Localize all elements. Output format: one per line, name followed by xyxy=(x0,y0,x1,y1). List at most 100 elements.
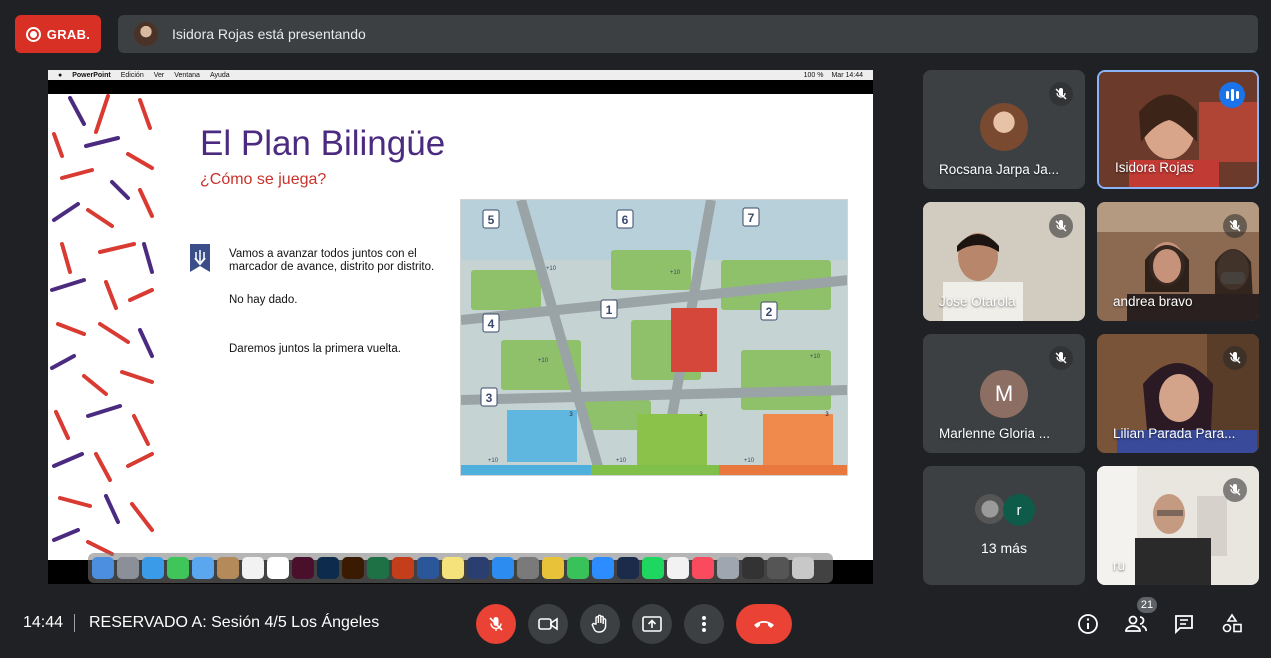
board-bonus: +10 xyxy=(810,354,821,360)
indesign-icon[interactable] xyxy=(292,557,314,579)
mic-off-icon xyxy=(489,617,503,631)
decorative-stripes xyxy=(50,94,154,556)
contacts-icon[interactable] xyxy=(217,557,239,579)
menubar-help: Ayuda xyxy=(209,71,230,79)
vpn-icon[interactable] xyxy=(617,557,639,579)
chat-icon xyxy=(1175,615,1193,635)
recording-indicator[interactable]: GRAB. xyxy=(15,15,101,53)
excel-icon[interactable] xyxy=(367,557,389,579)
presenter-avatar xyxy=(134,22,158,46)
slide-text-line2: marcador de avance, distrito por distrit… xyxy=(229,261,435,273)
slide-subtitle: ¿Cómo se juega? xyxy=(200,171,327,188)
flipboard-icon[interactable] xyxy=(467,557,489,579)
word-icon[interactable] xyxy=(417,557,439,579)
slide-title: El Plan Bilingüe xyxy=(200,124,446,163)
preview-icon[interactable] xyxy=(717,557,739,579)
board-bonus: +10 xyxy=(546,266,557,272)
participant-tile[interactable]: ru xyxy=(1097,466,1259,585)
menubar-battery: 100 % xyxy=(803,71,824,79)
whatsapp-icon[interactable] xyxy=(567,557,589,579)
avatar xyxy=(975,494,1005,524)
board-bonus: +10 xyxy=(616,458,627,464)
board-bonus: +10 xyxy=(488,458,499,464)
presenting-text: Isidora Rojas está presentando xyxy=(172,26,366,42)
recording-label: GRAB. xyxy=(46,26,91,42)
meeting-details-button[interactable] xyxy=(1074,610,1102,638)
photoshop-icon[interactable] xyxy=(317,557,339,579)
board-number: 7 xyxy=(748,211,755,225)
launchpad-icon[interactable] xyxy=(117,557,139,579)
leave-call-button[interactable] xyxy=(736,604,792,644)
shapes-icon xyxy=(1222,613,1242,633)
game-board-image: 5 6 7 1 2 4 3 +10 +10 +10 +10 +10 +10 +1… xyxy=(460,199,848,476)
activities-button[interactable] xyxy=(1218,610,1246,638)
mic-off-icon xyxy=(1223,346,1247,370)
terminal-icon[interactable] xyxy=(742,557,764,579)
participant-tile[interactable]: M Marlenne Gloria ... xyxy=(923,334,1085,453)
participant-name: Jose Otarola xyxy=(939,294,1016,309)
participant-tile[interactable]: andrea bravo xyxy=(1097,202,1259,321)
hand-icon xyxy=(591,614,607,633)
trash-icon[interactable] xyxy=(792,557,814,579)
raise-hand-button[interactable] xyxy=(580,604,620,644)
participant-tile[interactable]: Lilian Parada Para... xyxy=(1097,334,1259,453)
stack-icon[interactable] xyxy=(767,557,789,579)
record-icon xyxy=(25,26,41,42)
participant-name: Rocsana Jarpa Ja... xyxy=(939,162,1060,177)
finder-icon[interactable] xyxy=(92,557,114,579)
meeting-title: RESERVADO A: Sesión 4/5 Los Ángeles xyxy=(89,614,380,631)
menubar-edit: Edición xyxy=(120,71,144,79)
avatar: r xyxy=(1003,494,1035,526)
presentation-slide: El Plan Bilingüe ¿Cómo se juega? Vamos a… xyxy=(48,94,873,560)
mic-toggle-button[interactable] xyxy=(476,604,516,644)
notes-icon[interactable] xyxy=(442,557,464,579)
participant-tile[interactable]: Rocsana Jarpa Ja... xyxy=(923,70,1085,189)
messages-icon[interactable] xyxy=(192,557,214,579)
people-icon xyxy=(1125,615,1147,632)
photos-icon[interactable] xyxy=(667,557,689,579)
present-icon xyxy=(642,616,662,632)
menubar-clock: Mar 14:44 xyxy=(831,71,863,79)
chat-button[interactable] xyxy=(1170,610,1198,638)
shared-screen: ● PowerPoint Edición Ver Ventana Ayuda 1… xyxy=(48,70,873,584)
spotify-icon[interactable] xyxy=(642,557,664,579)
participant-name: andrea bravo xyxy=(1113,294,1193,309)
people-button[interactable] xyxy=(1122,610,1150,638)
participant-tile-active-speaker[interactable]: Isidora Rojas xyxy=(1097,70,1259,189)
board-bonus: +10 xyxy=(744,458,755,464)
settings-icon[interactable] xyxy=(517,557,539,579)
more-options-button[interactable] xyxy=(684,604,724,644)
more-participants-label: 13 más xyxy=(981,540,1027,556)
avatar xyxy=(980,103,1028,151)
participant-name: Isidora Rojas xyxy=(1115,160,1194,175)
participant-name: ru xyxy=(1113,558,1126,573)
board-number: 2 xyxy=(766,305,773,319)
chrome-icon[interactable] xyxy=(542,557,564,579)
safari-icon[interactable] xyxy=(142,557,164,579)
participant-name: Lilian Parada Para... xyxy=(1113,426,1236,441)
info-icon xyxy=(1078,614,1098,634)
present-screen-button[interactable] xyxy=(632,604,672,644)
mac-dock xyxy=(88,553,833,583)
powerpoint-icon[interactable] xyxy=(392,557,414,579)
mac-menubar: ● PowerPoint Edición Ver Ventana Ayuda 1… xyxy=(48,70,873,80)
participant-tile[interactable]: Jose Otarola xyxy=(923,202,1085,321)
calendar-icon[interactable] xyxy=(242,557,264,579)
menubar-window: Ventana xyxy=(174,71,200,79)
facetime-icon[interactable] xyxy=(167,557,189,579)
board-number: 6 xyxy=(622,213,629,227)
board-bonus: +10 xyxy=(670,270,681,276)
appstore-icon[interactable] xyxy=(492,557,514,579)
more-vert-icon xyxy=(702,616,706,632)
music-icon[interactable] xyxy=(692,557,714,579)
hang-up-icon xyxy=(754,621,774,628)
illustrator-icon[interactable] xyxy=(342,557,364,579)
mic-off-icon xyxy=(1223,478,1247,502)
mic-off-icon xyxy=(1049,346,1073,370)
avatar: M xyxy=(980,370,1028,418)
camera-toggle-button[interactable] xyxy=(528,604,568,644)
more-participants-tile[interactable]: r 13 más xyxy=(923,466,1085,585)
reminders-icon[interactable] xyxy=(267,557,289,579)
meeting-time: 14:44 xyxy=(23,614,64,631)
zoom-icon[interactable] xyxy=(592,557,614,579)
